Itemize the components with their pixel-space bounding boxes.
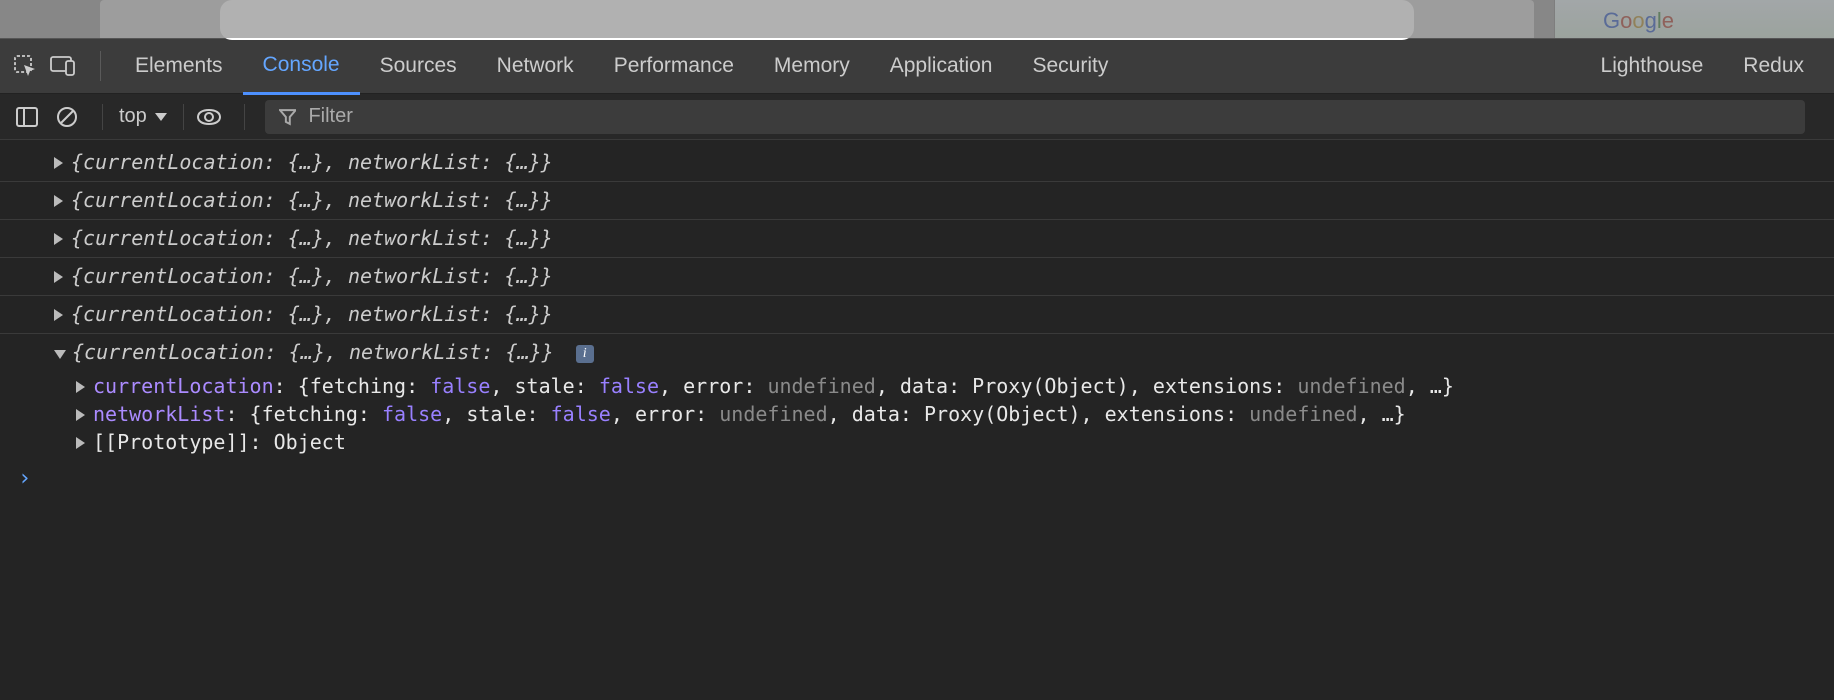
info-badge-icon[interactable]: i <box>576 345 594 363</box>
expand-arrow-icon[interactable] <box>54 271 63 283</box>
dim-overlay <box>0 0 1834 38</box>
log-entry[interactable]: {currentLocation: {…}, networkList: {…}} <box>0 182 1834 220</box>
log-entry-expanded[interactable]: {currentLocation: {…}, networkList: {…}}… <box>0 334 1834 372</box>
expand-arrow-icon[interactable] <box>54 309 63 321</box>
inspect-element-icon[interactable] <box>10 51 40 81</box>
property-line: currentLocation: {fetching: false, stale… <box>93 374 1454 398</box>
expand-arrow-icon[interactable] <box>54 195 63 207</box>
context-selector[interactable]: top <box>113 105 173 128</box>
object-preview: {currentLocation: {…}, networkList: {…}} <box>71 188 553 212</box>
console-output: {currentLocation: {…}, networkList: {…}}… <box>0 140 1834 491</box>
tab-security[interactable]: Security <box>1012 38 1128 94</box>
object-property[interactable]: currentLocation: {fetching: false, stale… <box>76 372 1834 400</box>
toggle-sidebar-icon[interactable] <box>12 102 42 132</box>
expand-arrow-icon[interactable] <box>76 409 85 421</box>
object-property[interactable]: networkList: {fetching: false, stale: fa… <box>76 400 1834 428</box>
tab-redux[interactable]: Redux <box>1723 38 1824 94</box>
object-preview: {currentLocation: {…}, networkList: {…}} <box>71 264 553 288</box>
divider <box>100 51 101 81</box>
tab-performance[interactable]: Performance <box>594 38 754 94</box>
tab-elements[interactable]: Elements <box>115 38 243 94</box>
object-preview: {currentLocation: {…}, networkList: {…}}… <box>72 340 594 365</box>
tab-console[interactable]: Console <box>243 39 360 95</box>
expand-arrow-icon[interactable] <box>54 157 63 169</box>
expand-arrow-icon[interactable] <box>54 233 63 245</box>
expand-arrow-icon[interactable] <box>76 381 85 393</box>
device-toolbar-icon[interactable] <box>48 51 78 81</box>
log-entry[interactable]: {currentLocation: {…}, networkList: {…}} <box>0 258 1834 296</box>
expanded-children: currentLocation: {fetching: false, stale… <box>0 372 1834 456</box>
clear-console-icon[interactable] <box>52 102 82 132</box>
log-entry[interactable]: {currentLocation: {…}, networkList: {…}} <box>0 220 1834 258</box>
tab-memory[interactable]: Memory <box>754 38 870 94</box>
expand-arrow-icon[interactable] <box>76 437 85 449</box>
log-entry[interactable]: {currentLocation: {…}, networkList: {…}} <box>0 296 1834 334</box>
log-entry[interactable]: {currentLocation: {…}, networkList: {…}} <box>0 144 1834 182</box>
chevron-down-icon <box>155 113 167 121</box>
filter-icon <box>279 108 297 126</box>
divider <box>183 104 184 130</box>
divider <box>102 104 103 130</box>
property-line: networkList: {fetching: false, stale: fa… <box>93 402 1406 426</box>
tab-sources[interactable]: Sources <box>360 38 477 94</box>
filter-input[interactable] <box>308 105 1790 128</box>
devtools-tabbar: Elements Console Sources Network Perform… <box>0 38 1834 94</box>
object-preview: {currentLocation: {…}, networkList: {…}} <box>71 302 553 326</box>
tab-application[interactable]: Application <box>870 38 1013 94</box>
object-preview: {currentLocation: {…}, networkList: {…}} <box>71 150 553 174</box>
context-label: top <box>119 105 147 128</box>
object-prototype[interactable]: [[Prototype]]: Object <box>76 428 1834 456</box>
filter-input-wrap[interactable] <box>265 100 1805 134</box>
tab-lighthouse[interactable]: Lighthouse <box>1581 38 1724 94</box>
console-toolbar: top <box>0 94 1834 140</box>
live-expression-icon[interactable] <box>194 102 224 132</box>
property-line: [[Prototype]]: Object <box>93 430 346 454</box>
object-preview: {currentLocation: {…}, networkList: {…}} <box>71 226 553 250</box>
divider <box>244 104 245 130</box>
console-prompt[interactable]: › <box>0 456 1834 491</box>
tab-network[interactable]: Network <box>477 38 594 94</box>
collapse-arrow-icon[interactable] <box>54 350 66 359</box>
